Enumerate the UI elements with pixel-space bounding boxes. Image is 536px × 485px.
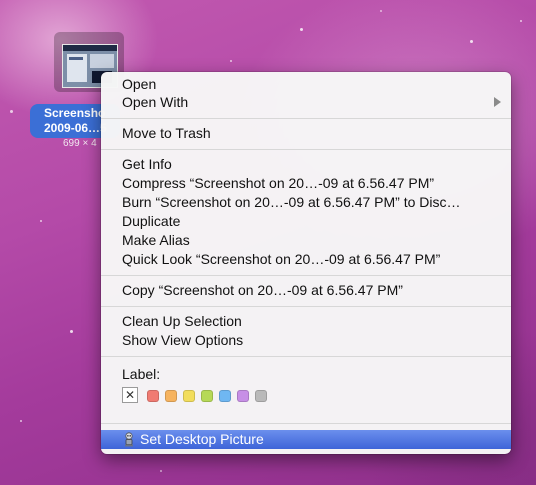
submenu-arrow-icon	[494, 97, 501, 107]
label-swatch-red[interactable]	[147, 390, 159, 402]
label-swatch-yellow[interactable]	[183, 390, 195, 402]
wallpaper-star	[300, 28, 303, 31]
menu-item-label: Clean Up Selection	[122, 313, 242, 329]
menu-item-label: Burn “Screenshot on 20…-09 at 6.56.47 PM…	[122, 194, 461, 210]
wallpaper-star	[70, 330, 73, 333]
menu-separator	[101, 149, 511, 150]
menu-separator	[101, 423, 511, 424]
menu-item-quick-look[interactable]: Quick Look “Screenshot on 20…-09 at 6.56…	[101, 250, 511, 269]
menu-item-label: Show View Options	[122, 332, 244, 348]
wallpaper-star	[470, 40, 473, 43]
menu-separator	[101, 118, 511, 119]
menu-item-duplicate[interactable]: Duplicate	[101, 212, 511, 231]
menu-item-label: Set Desktop Picture	[140, 431, 264, 447]
menu-item-clean-up-selection[interactable]: Clean Up Selection	[101, 312, 511, 331]
menu-item-label: Open With	[122, 94, 189, 110]
menu-item-label: Move to Trash	[122, 125, 211, 141]
menu-item-make-alias[interactable]: Make Alias	[101, 231, 511, 250]
menu-item-burn[interactable]: Burn “Screenshot on 20…-09 at 6.56.47 PM…	[101, 193, 511, 212]
menu-item-open[interactable]: Open	[101, 75, 511, 94]
label-swatch-blue[interactable]	[219, 390, 231, 402]
automator-robot-icon	[125, 432, 133, 447]
context-menu: Open Open With Move to Trash Get Info Co…	[101, 72, 511, 454]
menu-item-set-desktop-picture[interactable]: Set Desktop Picture	[101, 430, 511, 449]
menu-separator	[101, 275, 511, 276]
menu-item-label: Compress “Screenshot on 20…-09 at 6.56.4…	[122, 175, 435, 191]
label-none-button[interactable]: ✕	[122, 387, 138, 403]
label-swatch-green[interactable]	[201, 390, 213, 402]
wallpaper-star	[230, 60, 232, 62]
wallpaper-star	[40, 220, 42, 222]
wallpaper-star	[20, 420, 22, 422]
menu-item-show-view-options[interactable]: Show View Options	[101, 331, 511, 350]
menu-item-open-with[interactable]: Open With	[101, 93, 511, 112]
menu-item-label: Copy “Screenshot on 20…-09 at 6.56.47 PM…	[122, 282, 403, 298]
wallpaper-star	[10, 110, 13, 113]
menu-separator	[101, 356, 511, 357]
label-swatch-orange[interactable]	[165, 390, 177, 402]
label-swatch-gray[interactable]	[255, 390, 267, 402]
wallpaper-star	[160, 470, 162, 472]
menu-item-label: Get Info	[122, 156, 172, 172]
label-heading: Label:	[122, 366, 161, 382]
menu-item-label: Duplicate	[122, 213, 181, 229]
menu-item-get-info[interactable]: Get Info	[101, 155, 511, 174]
menu-item-compress[interactable]: Compress “Screenshot on 20…-09 at 6.56.4…	[101, 174, 511, 193]
menu-separator	[101, 306, 511, 307]
menu-item-move-to-trash[interactable]: Move to Trash	[101, 124, 511, 143]
menu-item-label: Quick Look “Screenshot on 20…-09 at 6.56…	[122, 251, 441, 267]
wallpaper-star	[520, 20, 522, 22]
wallpaper-star	[380, 10, 382, 12]
label-swatch-purple[interactable]	[237, 390, 249, 402]
menu-item-label: Make Alias	[122, 232, 190, 248]
file-dimensions: 699 × 4	[63, 138, 97, 149]
menu-item-copy[interactable]: Copy “Screenshot on 20…-09 at 6.56.47 PM…	[101, 281, 511, 300]
menu-item-label: Open	[122, 76, 157, 92]
